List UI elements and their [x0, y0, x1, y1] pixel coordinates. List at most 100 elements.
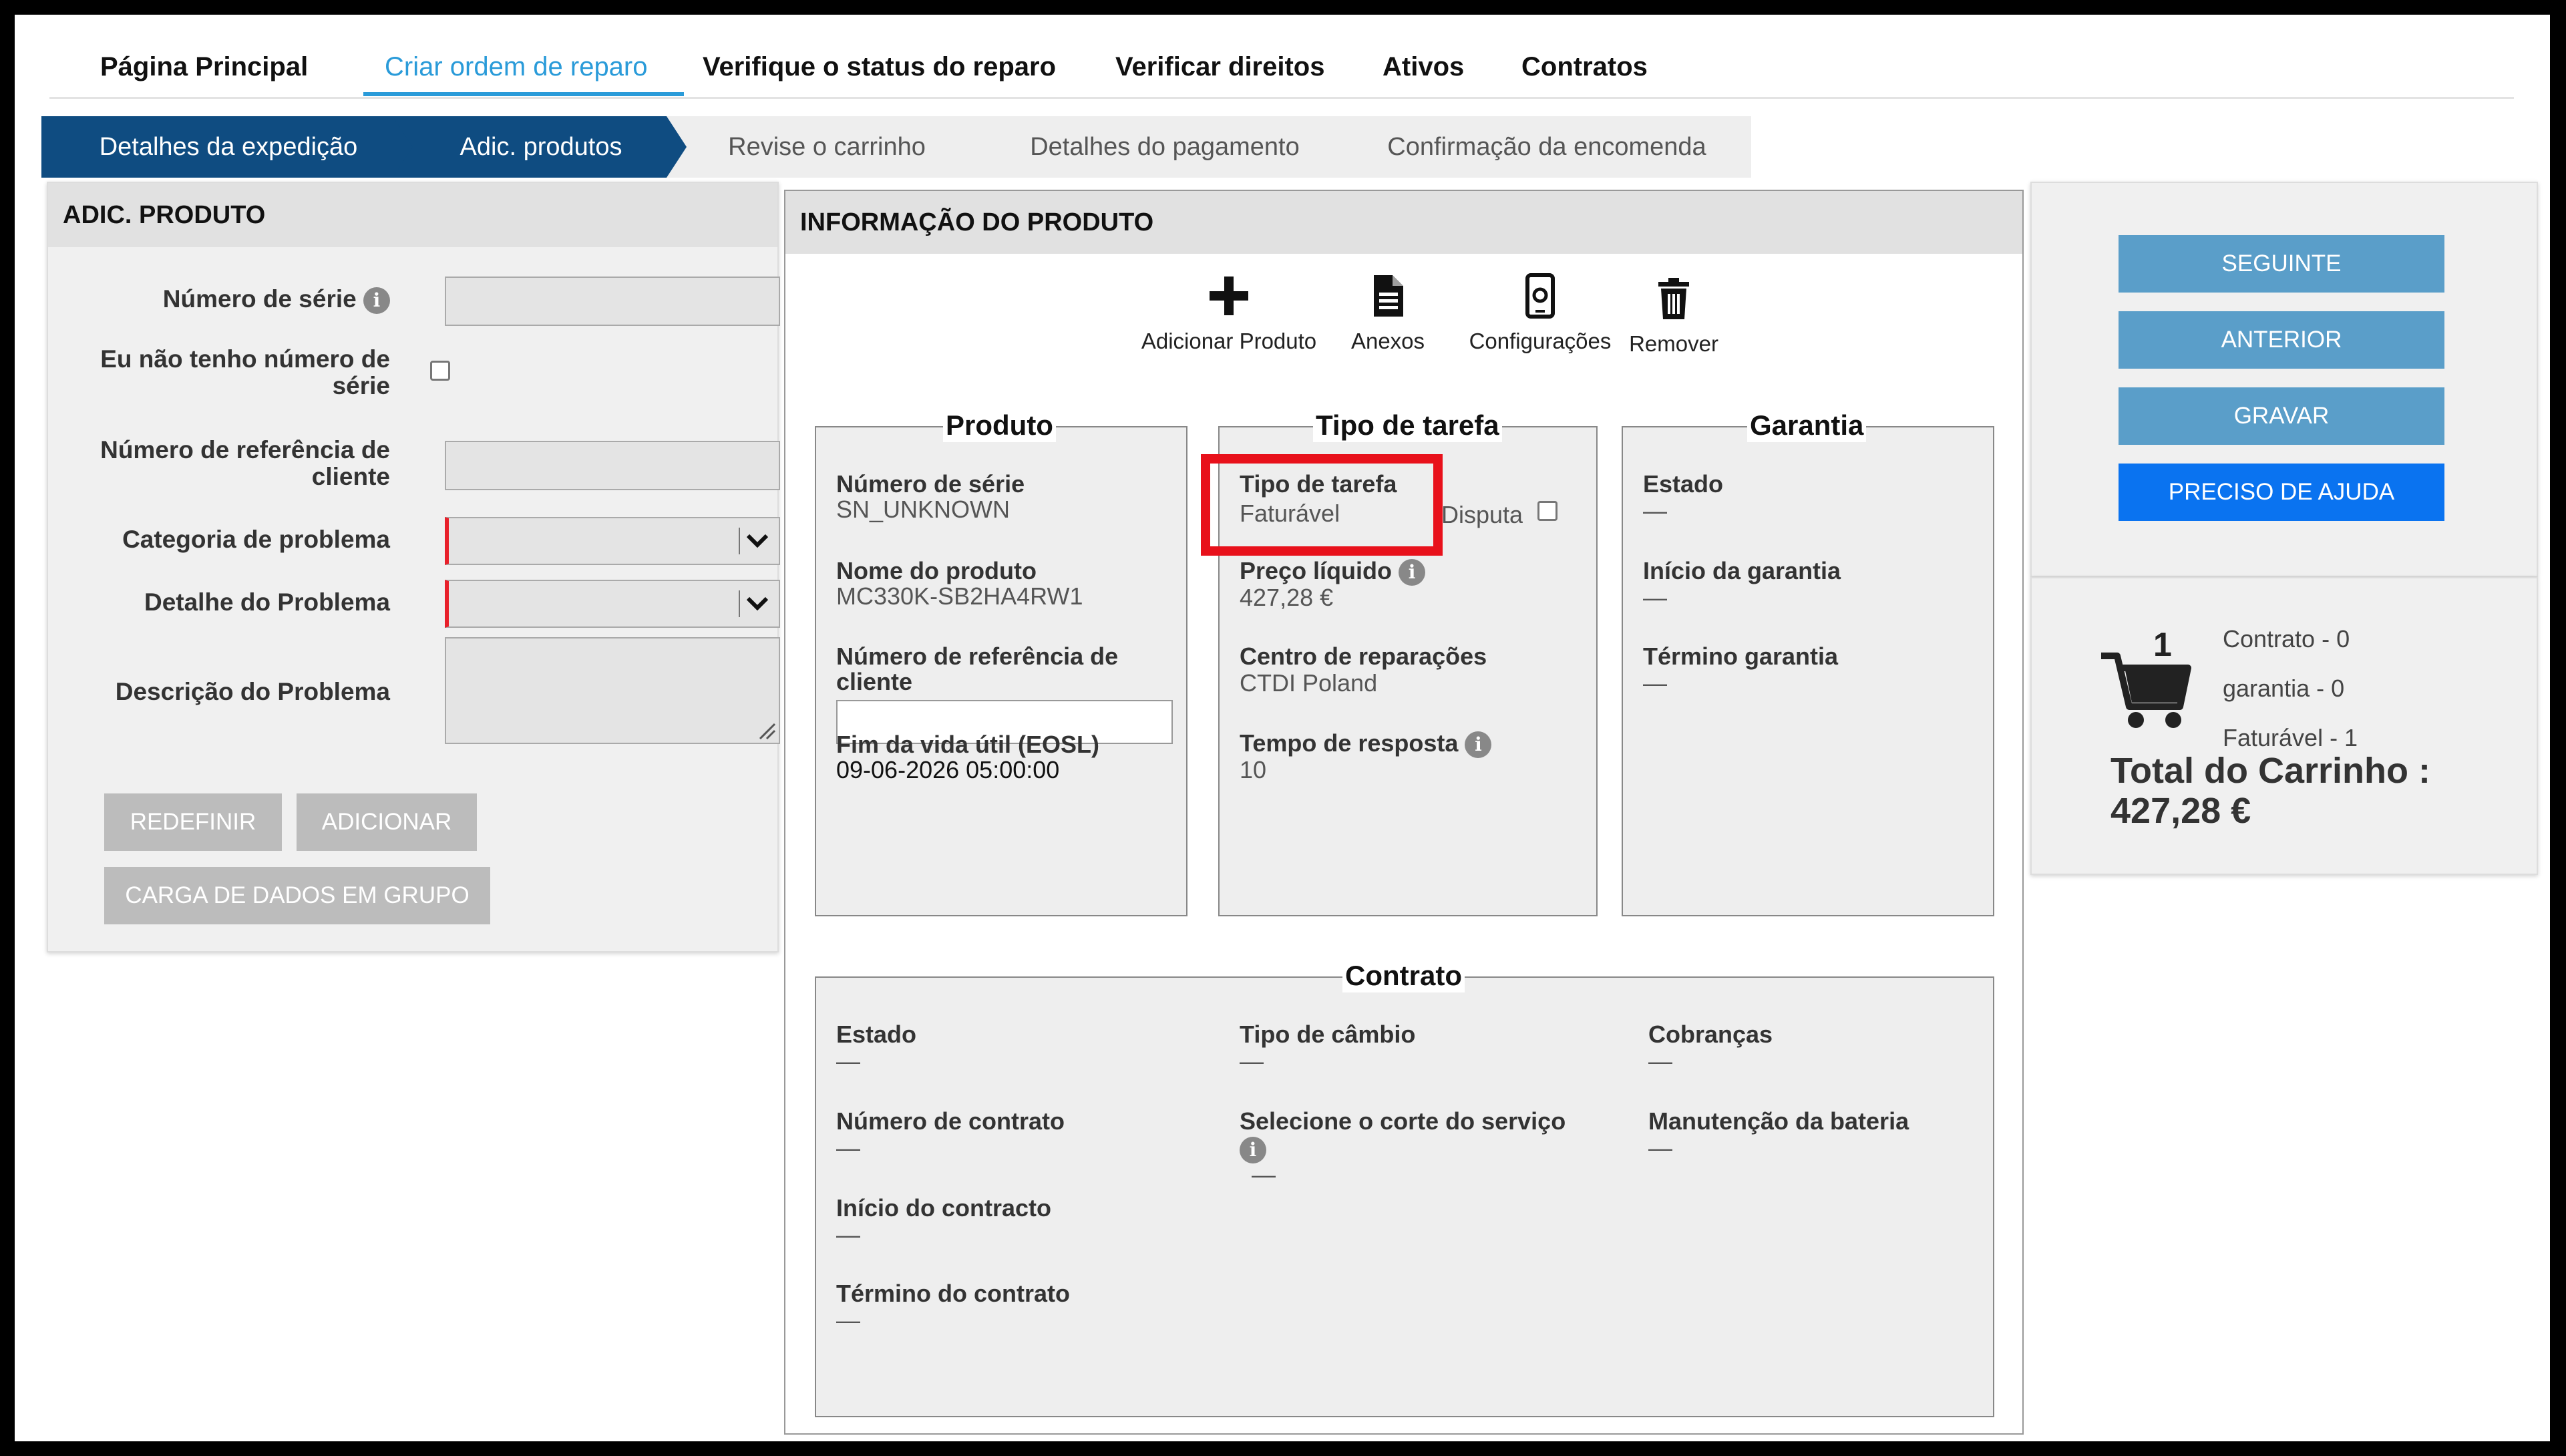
net-price-value: 427,28 €: [1240, 584, 1334, 611]
problem-category-label: Categoria de problema: [122, 526, 390, 553]
warranty-end-label: Término garantia: [1643, 643, 1839, 670]
serial-number-input[interactable]: [445, 277, 780, 326]
save-button[interactable]: GRAVAR: [2119, 387, 2444, 445]
warranty-status-label: Estado: [1643, 470, 1724, 498]
step-add-products[interactable]: Adic. produtos: [393, 116, 689, 178]
step-order-confirmation[interactable]: Confirmação da encomenda: [1342, 116, 1751, 178]
warranty-start-label: Início da garantia: [1643, 557, 1841, 584]
product-serial-label: Número de série: [836, 470, 1025, 498]
repair-center-value: CTDI Poland: [1240, 669, 1378, 697]
warranty-section-title: Garantia: [1747, 409, 1867, 442]
help-button[interactable]: PRECISO DE AJUDA: [2119, 464, 2444, 521]
customer-reference-input[interactable]: [445, 441, 780, 490]
add-product-tool[interactable]: Adicionar Produto: [1109, 272, 1349, 354]
customer-reference-label: Número de referência de cliente: [100, 436, 390, 490]
nav-check-repair-status[interactable]: Verifique o status do reparo: [703, 52, 1056, 82]
mobile-settings-icon: [1525, 273, 1555, 319]
problem-detail-select[interactable]: [445, 580, 780, 628]
resize-handle-icon[interactable]: [756, 720, 776, 740]
contract-status-value: —: [836, 1047, 860, 1075]
product-section: Produto Número de série SN_UNKNOWN Nome …: [815, 409, 1187, 916]
contract-start-value: —: [836, 1221, 860, 1248]
chevron-down-icon: [746, 534, 769, 548]
reset-button[interactable]: REDEFINIR: [104, 793, 282, 851]
service-cut-label: Selecione o corte do serviço: [1240, 1107, 1566, 1135]
product-customer-ref-label: Número de referência de cliente: [836, 643, 1119, 695]
warranty-status-value: —: [1643, 497, 1667, 524]
configurations-tool[interactable]: Configurações: [1453, 272, 1627, 354]
charges-label: Cobranças: [1648, 1021, 1773, 1048]
add-button[interactable]: ADICIONAR: [297, 793, 477, 851]
info-icon[interactable]: i: [363, 287, 390, 315]
cart-total: Total do Carrinho : 427,28 €: [2111, 751, 2430, 831]
serial-number-label: Número de série i: [163, 286, 390, 315]
info-icon[interactable]: i: [1240, 1137, 1266, 1163]
battery-maintenance-label: Manutenção da bateria: [1648, 1107, 1909, 1135]
task-type-value: Faturável: [1240, 500, 1340, 527]
no-serial-label: Eu não tenho número de série: [100, 345, 390, 399]
nav-active-underline: [363, 92, 684, 96]
no-serial-checkbox[interactable]: [430, 361, 450, 381]
problem-category-select[interactable]: [445, 517, 780, 565]
product-name-value: MC330K-SB2HA4RW1: [836, 582, 1083, 610]
step-payment-details[interactable]: Detalhes do pagamento: [964, 116, 1365, 178]
cart-total-label: Total do Carrinho :: [2111, 751, 2430, 791]
nav-assets[interactable]: Ativos: [1383, 52, 1464, 82]
cart-summary-panel: 1 Contrato - 0 garantia - 0 Faturável - …: [2030, 577, 2538, 875]
product-info-title: INFORMAÇÃO DO PRODUTO: [785, 191, 2022, 254]
nav-check-entitlements[interactable]: Verificar direitos: [1115, 52, 1324, 82]
contract-number-value: —: [836, 1134, 860, 1161]
product-serial-value: SN_UNKNOWN: [836, 496, 1011, 523]
cart-warranty-count: garantia - 0: [2223, 675, 2345, 702]
info-icon[interactable]: i: [1465, 731, 1492, 759]
warranty-section: Garantia Estado — Início da garantia — T…: [1622, 409, 1994, 916]
cart-contract-count: Contrato - 0: [2223, 625, 2350, 653]
cart-total-value: 427,28 €: [2111, 791, 2251, 831]
app-window: Página Principal Criar ordem de reparo V…: [15, 15, 2550, 1441]
product-info-panel: INFORMAÇÃO DO PRODUTO Adicionar Produto …: [784, 190, 2024, 1435]
repair-center-label: Centro de reparações: [1240, 643, 1487, 670]
contract-section-title: Contrato: [1342, 959, 1465, 992]
contract-status-label: Estado: [836, 1021, 917, 1048]
checkout-steps: Detalhes da expedição Adic. produtos Rev…: [41, 116, 1751, 178]
contract-end-value: —: [836, 1306, 860, 1334]
exchange-type-value: —: [1240, 1047, 1264, 1075]
task-type-label: Tipo de tarefa: [1240, 470, 1397, 498]
net-price-label: Preço líquido i: [1240, 558, 1426, 586]
dispute-label: Disputa: [1441, 501, 1523, 528]
trash-icon: [1658, 278, 1689, 319]
step-review-cart[interactable]: Revise o carrinho: [667, 116, 987, 178]
chevron-down-icon: [746, 596, 769, 611]
step-shipping-details[interactable]: Detalhes da expedição: [41, 116, 415, 178]
cart-icon[interactable]: [2098, 645, 2192, 732]
previous-button[interactable]: ANTERIOR: [2119, 311, 2444, 369]
product-section-title: Produto: [943, 409, 1056, 442]
problem-detail-label: Detalhe do Problema: [144, 588, 390, 616]
remove-tool[interactable]: Remover: [1607, 275, 1740, 357]
task-type-section: Tipo de tarefa Tipo de tarefa Faturável …: [1201, 409, 1598, 916]
bulk-upload-button[interactable]: CARGA DE DADOS EM GRUPO: [104, 867, 490, 924]
attachments-tool[interactable]: Anexos: [1328, 272, 1448, 354]
problem-description-textarea[interactable]: [445, 637, 780, 744]
next-button[interactable]: SEGUINTE: [2119, 235, 2444, 293]
plus-icon: [1210, 277, 1248, 315]
nav-contracts[interactable]: Contratos: [1521, 52, 1648, 82]
contract-end-label: Término do contrato: [836, 1280, 1070, 1307]
response-time-label: Tempo de resposta i: [1240, 731, 1492, 759]
exchange-type-label: Tipo de câmbio: [1240, 1021, 1416, 1048]
dispute-checkbox[interactable]: [1537, 501, 1557, 521]
cart-billable-count: Faturável - 1: [2223, 724, 2358, 751]
nav-create-repair-order[interactable]: Criar ordem de reparo: [385, 52, 648, 82]
warranty-end-value: —: [1643, 669, 1667, 697]
problem-description-label: Descrição do Problema: [115, 678, 390, 705]
battery-maintenance-value: —: [1648, 1134, 1672, 1161]
document-icon: [1374, 275, 1403, 317]
cart-count: 1: [2153, 626, 2172, 663]
response-time-value: 10: [1240, 756, 1267, 783]
nav-home[interactable]: Página Principal: [100, 52, 308, 82]
info-icon[interactable]: i: [1399, 559, 1426, 586]
add-product-panel: ADIC. PRODUTO Número de série i Eu não t…: [47, 182, 780, 952]
top-navigation: Página Principal Criar ordem de reparo V…: [49, 25, 2514, 99]
contract-section: Contrato Estado — Tipo de câmbio — Cobra…: [815, 959, 1994, 1417]
add-product-title: ADIC. PRODUTO: [48, 183, 777, 247]
